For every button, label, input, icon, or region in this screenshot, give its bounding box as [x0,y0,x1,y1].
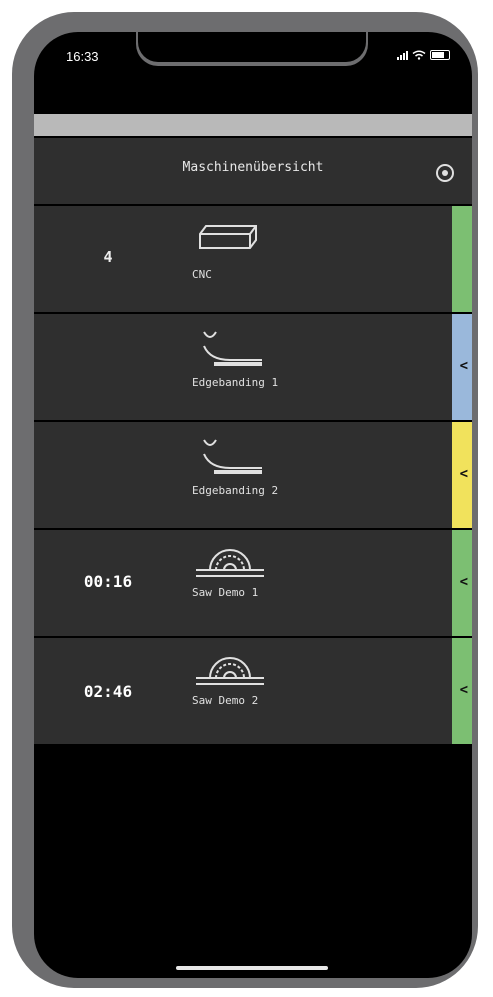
machine-label: Saw Demo 1 [192,586,259,599]
machine-row-edgebanding-2[interactable]: Edgebanding 2 < [34,422,472,528]
machine-label: Saw Demo 2 [192,694,259,707]
machine-row-edgebanding-1[interactable]: Edgebanding 1 < [34,314,472,420]
timer-text: 00:16 [83,572,133,591]
header-bar: Maschinenübersicht [34,138,472,204]
wifi-icon [412,50,426,60]
battery-icon [430,50,450,60]
cnc-icon [199,225,257,249]
timer-area: 00:16 [34,530,182,636]
machine-count-area: 4 [34,206,182,312]
notch-inner [138,32,366,62]
chevron-left-icon[interactable]: < [460,358,468,374]
machine-count-area [34,422,182,528]
top-strip [34,114,472,136]
settings-button[interactable] [436,164,454,182]
machine-row-cnc[interactable]: 4 CNC [34,206,472,312]
status-indicator [452,206,472,312]
machine-label: Edgebanding 2 [192,484,279,497]
timer-area: 02:46 [34,638,182,744]
machine-label: CNC [192,268,212,281]
machine-count: 4 [103,248,113,266]
saw-icon [196,549,264,577]
phone-screen: 16:33 Maschinenübersicht 4 CNC Edgebandi… [34,32,472,978]
saw-icon [196,657,264,685]
chevron-left-icon[interactable]: < [460,682,468,698]
chevron-left-icon[interactable]: < [460,574,468,590]
edgebanding-icon [203,439,262,474]
edgebanding-icon [203,331,262,366]
status-icons [397,50,450,60]
signal-icon [397,50,408,60]
status-time: 16:33 [66,49,99,64]
timer-text: 02:46 [83,682,133,701]
machine-label: Edgebanding 1 [192,376,279,389]
page-title: Maschinenübersicht [182,160,324,175]
home-indicator[interactable] [176,966,328,970]
machine-row-saw-demo-2[interactable]: 02:46 Saw Demo 2 < [34,638,472,744]
chevron-left-icon[interactable]: < [460,466,468,482]
machine-count-area [34,314,182,420]
machine-row-saw-demo-1[interactable]: 00:16 Saw Demo 1 < [34,530,472,636]
